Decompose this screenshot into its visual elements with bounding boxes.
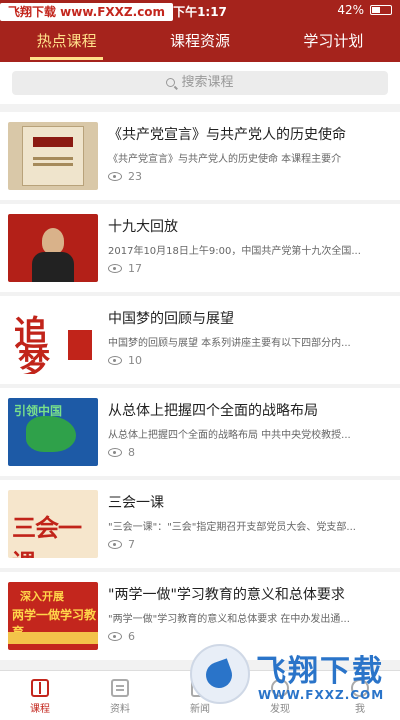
eye-icon xyxy=(108,264,122,273)
view-count-value: 6 xyxy=(128,630,135,643)
course-description: "两学一做"学习教育的意义和总体要求 在中办发出通... xyxy=(108,614,350,625)
course-title: "两学一做"学习教育的意义和总体要求 xyxy=(108,587,345,603)
map-shape xyxy=(26,416,76,452)
course-thumbnail-speech xyxy=(8,214,98,282)
nav-label: 资料 xyxy=(110,704,130,715)
nav-label: 课程 xyxy=(30,704,50,715)
course-description: 从总体上把握四个全面的战略布局 中共中央党校教授... xyxy=(108,430,351,441)
view-count: 8 xyxy=(108,446,135,459)
view-count: 6 xyxy=(108,630,135,643)
course-thumbnail-two-studies: 深入开展 两学一做学习教育 xyxy=(8,582,98,650)
list-item[interactable]: 引领中国 从总体上把握四个全面的战略布局 从总体上把握四个全面的战略布局 中共中… xyxy=(0,388,400,476)
list-item[interactable]: 《共产党宣言》与共产党人的历史使命 《共产党宣言》与共产党人的历史使命 本课程主… xyxy=(0,112,400,200)
view-count: 10 xyxy=(108,354,142,367)
view-count: 17 xyxy=(108,262,142,275)
course-title: 中国梦的回顾与展望 xyxy=(108,311,234,327)
course-thumbnail-book xyxy=(8,122,98,190)
view-count-value: 10 xyxy=(128,354,142,367)
view-count-value: 8 xyxy=(128,446,135,459)
thumb-text: 深入开展 xyxy=(20,590,64,603)
course-title: 十九大回放 xyxy=(108,219,178,235)
eye-icon xyxy=(108,356,122,365)
status-bar: 飞翔下载 www.FXXZ.com 下午1:17 42% xyxy=(0,0,400,22)
view-count: 23 xyxy=(108,170,142,183)
search-bar: 搜索课程 xyxy=(0,62,400,104)
nav-materials[interactable]: 资料 xyxy=(80,671,160,720)
course-thumbnail-meetings: 三会一课 xyxy=(8,490,98,558)
course-thumbnail-calligraphy: 追 梦 xyxy=(8,306,98,374)
list-item[interactable]: 十九大回放 2017年10月18日上午9:00，中国共产党第十九次全国... 1… xyxy=(0,204,400,292)
banner-strip xyxy=(8,632,98,644)
search-icon xyxy=(166,78,176,87)
course-description: 2017年10月18日上午9:00，中国共产党第十九次全国... xyxy=(108,246,361,257)
eye-icon xyxy=(108,448,122,457)
view-count-value: 7 xyxy=(128,538,135,551)
battery-percent: 42% xyxy=(337,3,364,17)
course-title: 《共产党宣言》与共产党人的历史使命 xyxy=(108,127,346,143)
top-tabs: 热点课程 课程资源 学习计划 xyxy=(0,22,400,62)
course-thumbnail-map: 引领中国 xyxy=(8,398,98,466)
watermark-url: WWW.FXXZ.COM xyxy=(258,688,385,702)
watermark-icon xyxy=(190,644,250,704)
course-title: 三会一课 xyxy=(108,495,164,511)
eye-icon xyxy=(108,172,122,181)
view-count-value: 23 xyxy=(128,170,142,183)
view-count-value: 17 xyxy=(128,262,142,275)
status-right: 42% xyxy=(337,3,392,17)
watermark-title: 飞翔下载 xyxy=(256,654,384,689)
search-input[interactable]: 搜索课程 xyxy=(12,71,388,95)
search-placeholder: 搜索课程 xyxy=(181,75,234,90)
tab-course-resources[interactable]: 课程资源 xyxy=(133,22,266,62)
list-item[interactable]: 三会一课 三会一课 "三会一课"："三会"指定期召开支部党员大会、党支部... … xyxy=(0,480,400,568)
battery-icon xyxy=(370,5,392,15)
watermark-logo: 飞翔下载 WWW.FXXZ.COM xyxy=(190,638,390,710)
list-item[interactable]: 追 梦 中国梦的回顾与展望 中国梦的回顾与展望 本系列讲座主要有以下四部分内..… xyxy=(0,296,400,384)
thumb-text: 三会一课 xyxy=(12,514,82,558)
course-description: 中国梦的回顾与展望 本系列讲座主要有以下四部分内... xyxy=(108,338,351,349)
seal-icon xyxy=(68,330,92,360)
thumb-text: 梦 xyxy=(18,344,51,374)
nav-courses[interactable]: 课程 xyxy=(0,671,80,720)
eye-icon xyxy=(108,540,122,549)
course-description: 《共产党宣言》与共产党人的历史使命 本课程主要介 xyxy=(108,154,342,165)
book-icon xyxy=(31,679,49,697)
course-description: "三会一课"："三会"指定期召开支部党员大会、党支部... xyxy=(108,522,356,533)
tab-study-plan[interactable]: 学习计划 xyxy=(267,22,400,62)
eye-icon xyxy=(108,632,122,641)
tab-hot-courses[interactable]: 热点课程 xyxy=(0,22,133,62)
view-count: 7 xyxy=(108,538,135,551)
document-icon xyxy=(111,679,129,697)
course-title: 从总体上把握四个全面的战略布局 xyxy=(108,403,318,419)
